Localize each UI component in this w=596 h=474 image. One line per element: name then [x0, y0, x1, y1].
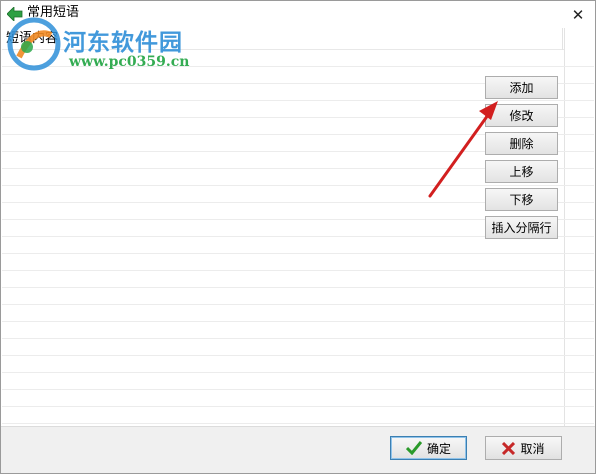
close-button[interactable]: ✕ [561, 1, 595, 28]
table-row[interactable] [2, 288, 594, 305]
header-divider [562, 28, 563, 50]
back-arrow-icon [7, 7, 23, 21]
ok-button-label: 确定 [426, 441, 451, 456]
column-header-phrase-content[interactable]: 短语内容 [2, 28, 564, 50]
table-row[interactable] [2, 305, 594, 322]
table-row[interactable] [2, 254, 594, 271]
delete-button[interactable]: 删除 [485, 132, 558, 155]
footer-bar: 确定 取消 [1, 426, 595, 473]
add-button[interactable]: 添加 [485, 76, 558, 99]
table-row[interactable] [2, 50, 594, 67]
window-title: 常用短语 [27, 5, 80, 20]
title-bar: 常用短语 ✕ [1, 1, 595, 28]
table-row[interactable] [2, 322, 594, 339]
side-button-group: 添加修改删除上移下移插入分隔行 [485, 76, 558, 244]
cancel-button[interactable]: 取消 [485, 436, 562, 460]
cancel-button-label: 取消 [520, 441, 545, 456]
move-down-button[interactable]: 下移 [485, 188, 558, 211]
table-row[interactable] [2, 390, 594, 407]
check-icon [405, 441, 422, 455]
table-row[interactable] [2, 373, 594, 390]
table-row[interactable] [2, 356, 594, 373]
dialog-window: 常用短语 ✕ 短语内容 添加 修改 删除 上移 下移 插入分隔行 河东软件园 www.pc… [0, 0, 596, 474]
table-row[interactable] [2, 271, 594, 288]
move-up-button[interactable]: 上移 [485, 160, 558, 183]
edit-button[interactable]: 修改 [485, 104, 558, 127]
table-row[interactable] [2, 339, 594, 356]
ok-button[interactable]: 确定 [390, 436, 467, 460]
x-icon [502, 441, 516, 455]
insert-separator-button[interactable]: 插入分隔行 [485, 216, 558, 239]
table-row[interactable] [2, 407, 594, 424]
